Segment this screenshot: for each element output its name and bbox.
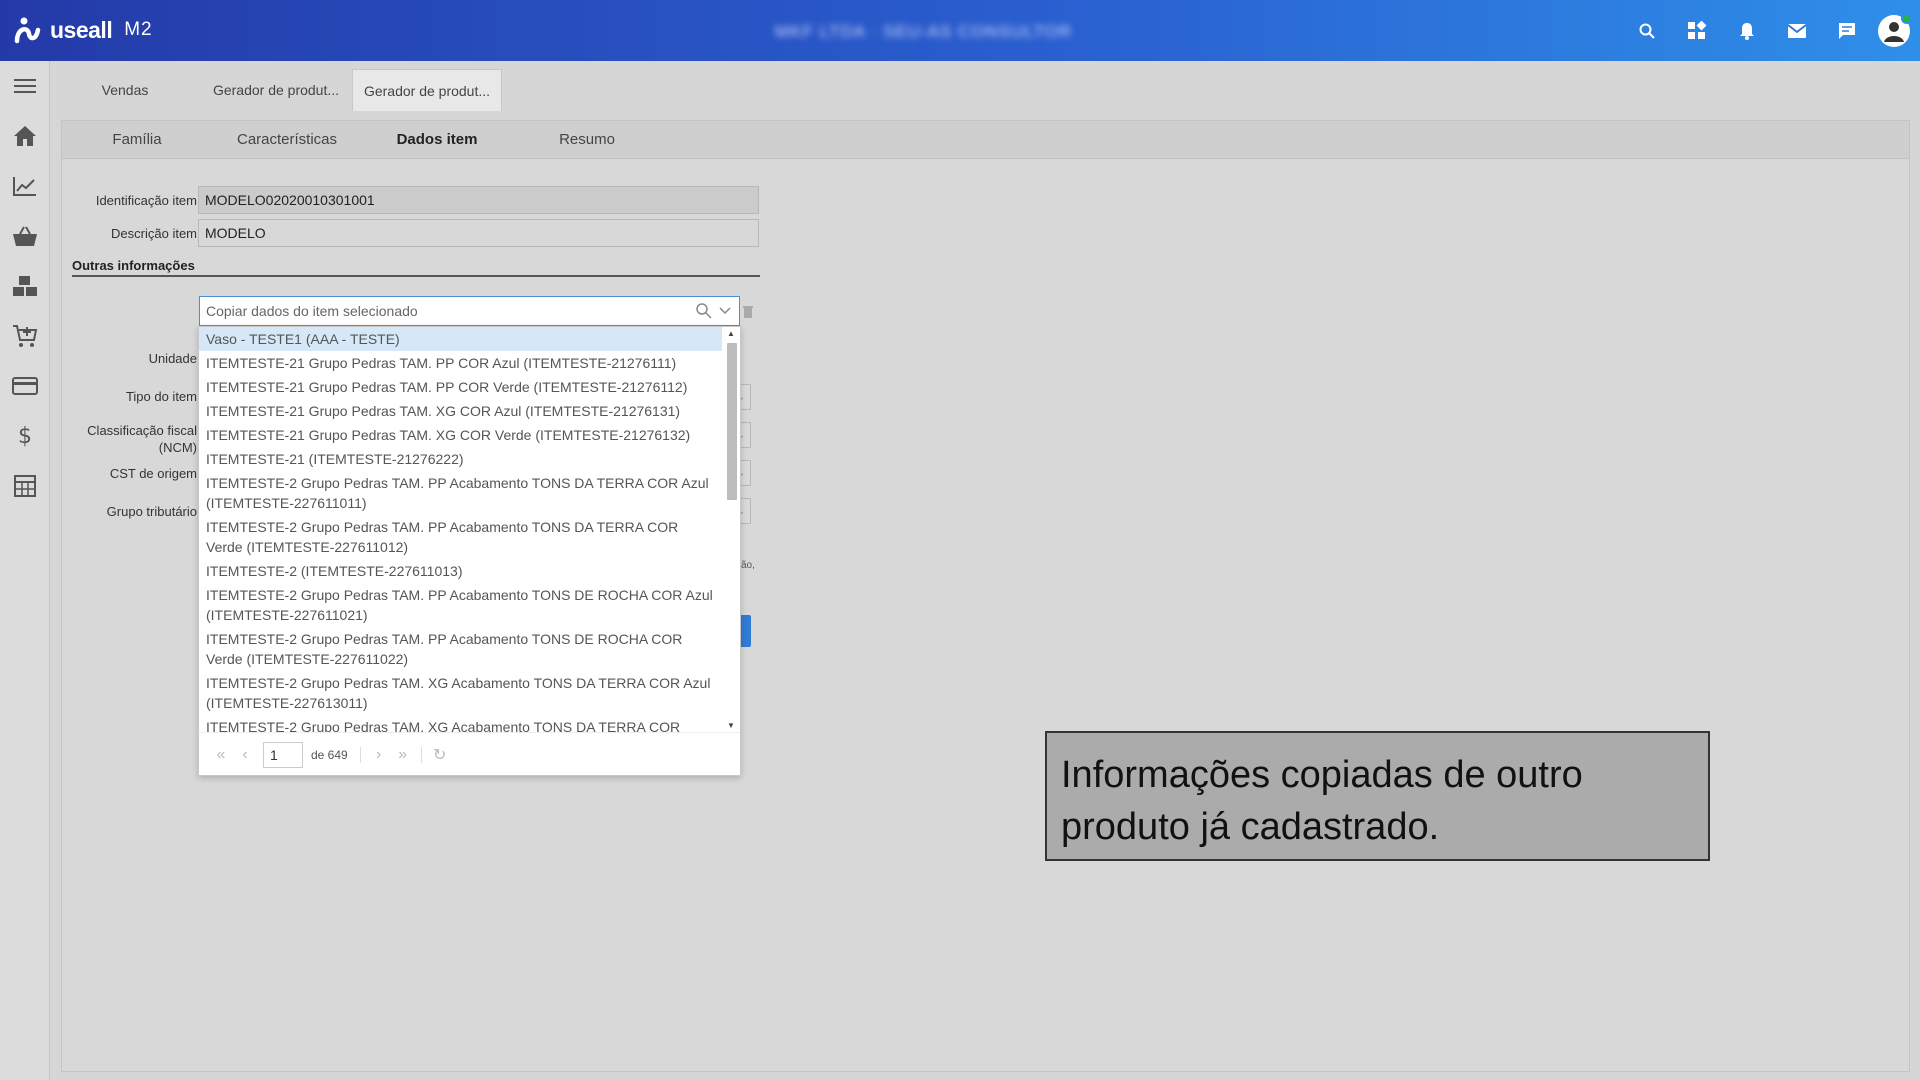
product-name: M2 — [124, 19, 153, 40]
dropdown-list: Vaso - TESTE1 (AAA - TESTE) ITEMTESTE-21… — [199, 327, 722, 732]
copy-item-combobox[interactable]: Copiar dados do item selecionado — [199, 296, 740, 326]
list-item[interactable]: ITEMTESTE-21 (ITEMTESTE-21276222) — [199, 447, 722, 471]
tab-vendas[interactable]: Vendas — [50, 69, 200, 111]
ncm-label-line2: (NCM) — [158, 440, 197, 455]
brand-name: useall — [50, 16, 113, 43]
ident-field[interactable]: MODELO02020010301001 — [198, 186, 759, 214]
section-title: Outras informações — [72, 258, 760, 277]
list-item[interactable]: ITEMTESTE-2 Grupo Pedras TAM. XG Acabame… — [199, 715, 722, 732]
list-item[interactable]: ITEMTESTE-2 Grupo Pedras TAM. XG Acabame… — [199, 671, 722, 715]
wizard-steps: Família Características Dados item Resum… — [62, 121, 1909, 159]
dropdown-scrollbar[interactable]: ▲ ▼ — [724, 327, 738, 732]
list-item[interactable]: ITEMTESTE-2 Grupo Pedras TAM. PP Acabame… — [199, 471, 722, 515]
trash-icon[interactable] — [742, 305, 754, 319]
search-icon[interactable] — [1622, 0, 1672, 61]
pager-divider — [359, 746, 361, 763]
tab-gerador-2[interactable]: Gerador de produt... — [352, 69, 502, 111]
basket-icon[interactable] — [0, 211, 50, 261]
list-item[interactable]: Vaso - TESTE1 (AAA - TESTE) — [199, 327, 722, 351]
copy-item-dropdown: Vaso - TESTE1 (AAA - TESTE) ITEMTESTE-21… — [198, 326, 741, 776]
page-count: de 649 — [311, 747, 348, 762]
step-dados-item[interactable]: Dados item — [362, 131, 512, 148]
scroll-down-icon[interactable]: ▼ — [727, 721, 735, 730]
pager: « ‹ 1 de 649 › » ↻ — [199, 732, 740, 776]
tipo-label: Tipo do item — [125, 389, 197, 404]
logo[interactable]: useall M2 — [14, 16, 153, 44]
desc-label: Descrição item — [111, 226, 197, 241]
pager-divider — [420, 746, 422, 763]
list-item[interactable]: ITEMTESTE-2 (ITEMTESTE-227611013) — [199, 559, 722, 583]
list-item[interactable]: ITEMTESTE-2 Grupo Pedras TAM. PP Acabame… — [199, 627, 722, 671]
logo-mark-icon — [14, 17, 41, 44]
mail-icon[interactable] — [1772, 0, 1822, 61]
ncm-label-line1: Classificação fiscal — [87, 423, 197, 438]
boxes-icon[interactable] — [0, 261, 50, 311]
online-status-dot — [1901, 12, 1912, 24]
unidade-label: Unidade — [148, 351, 197, 366]
apps-icon[interactable] — [1672, 0, 1722, 61]
chevron-down-icon[interactable] — [719, 307, 731, 315]
search-icon[interactable] — [695, 302, 713, 320]
page-number-input[interactable]: 1 — [263, 741, 303, 768]
scroll-up-icon[interactable]: ▲ — [727, 329, 735, 338]
ident-label: Identificação item — [95, 193, 197, 208]
list-item[interactable]: ITEMTESTE-2 Grupo Pedras TAM. PP Acabame… — [199, 515, 722, 559]
tab-gerador-1[interactable]: Gerador de produt... — [201, 69, 351, 111]
cart-icon[interactable] — [0, 311, 50, 361]
list-item[interactable]: ITEMTESTE-21 Grupo Pedras TAM. PP COR Az… — [199, 351, 722, 375]
refresh-icon[interactable]: ↻ — [428, 743, 452, 767]
last-page-icon[interactable]: » — [391, 743, 415, 767]
avatar[interactable] — [1878, 12, 1912, 47]
scroll-thumb[interactable] — [727, 343, 737, 500]
grupo-label: Grupo tributário — [106, 504, 197, 519]
menu-icon[interactable] — [0, 61, 50, 111]
dollar-icon[interactable]: $ — [0, 411, 50, 461]
top-bar: useall M2 MKF LTDA · SEU-AS CONSULTOR — [0, 0, 1920, 61]
page-tabs: Vendas Gerador de produt... Gerador de p… — [50, 61, 503, 111]
ncm-label: Classificação fiscal (NCM) — [77, 422, 197, 456]
copy-item-placeholder: Copiar dados do item selecionado — [206, 303, 418, 319]
step-resumo[interactable]: Resumo — [512, 131, 662, 148]
list-item[interactable]: ITEMTESTE-21 Grupo Pedras TAM. XG COR Az… — [199, 399, 722, 423]
step-caracteristicas[interactable]: Características — [212, 131, 362, 148]
info-callout: Informações copiadas de outro produto já… — [1045, 731, 1710, 861]
desc-field[interactable]: MODELO — [198, 219, 759, 247]
prev-page-icon[interactable]: ‹ — [233, 743, 257, 767]
left-sidebar: $ — [0, 61, 50, 1080]
list-item[interactable]: ITEMTESTE-21 Grupo Pedras TAM. XG COR Ve… — [199, 423, 722, 447]
list-item[interactable]: ITEMTESTE-2 Grupo Pedras TAM. PP Acabame… — [199, 583, 722, 627]
next-page-icon[interactable]: › — [367, 743, 391, 767]
card-icon[interactable] — [0, 361, 50, 411]
home-icon[interactable] — [0, 111, 50, 161]
step-familia[interactable]: Família — [62, 131, 212, 148]
bell-icon[interactable] — [1722, 0, 1772, 61]
chat-icon[interactable] — [1822, 0, 1872, 61]
cst-label: CST de origem — [109, 466, 197, 481]
chart-icon[interactable] — [0, 161, 50, 211]
first-page-icon[interactable]: « — [209, 743, 233, 767]
list-item[interactable]: ITEMTESTE-21 Grupo Pedras TAM. PP COR Ve… — [199, 375, 722, 399]
company-name: MKF LTDA · SEU-AS CONSULTOR — [775, 22, 1073, 41]
calculator-icon[interactable] — [0, 461, 50, 511]
svg-text:$: $ — [18, 424, 32, 448]
